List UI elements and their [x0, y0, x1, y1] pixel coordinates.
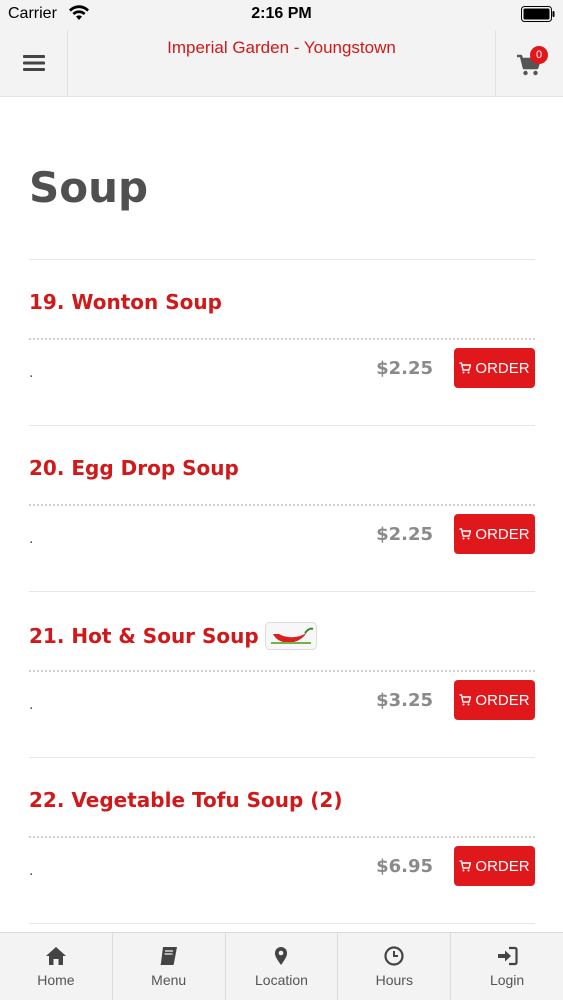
order-button[interactable]: ORDER [454, 348, 535, 388]
item-name[interactable]: 21. Hot & Sour Soup [29, 622, 317, 650]
category-title: Soup [29, 163, 149, 212]
tab-label: Home [37, 972, 75, 988]
item-price: $2.25 [376, 524, 433, 545]
hamburger-icon [22, 55, 45, 71]
order-button[interactable]: ORDER [454, 846, 535, 886]
tab-login[interactable]: Login [451, 933, 563, 1000]
map-pin-icon [275, 947, 288, 965]
chili-pepper-icon [264, 622, 317, 650]
dotted-separator [29, 504, 535, 506]
clock-icon [384, 946, 404, 966]
menu-item: 21. Hot & Sour Soup . $3.25 ORDER [29, 592, 535, 758]
cart-button[interactable]: 0 [495, 30, 563, 96]
tab-label: Location [255, 972, 308, 988]
item-description: . [29, 530, 34, 547]
tab-label: Login [489, 972, 525, 988]
order-label: ORDER [475, 525, 530, 543]
login-icon [498, 946, 518, 966]
item-price: $6.95 [376, 856, 433, 877]
restaurant-title: Imperial Garden - Youngstown [167, 38, 396, 57]
item-price: $3.25 [376, 690, 433, 711]
item-name[interactable]: 19. Wonton Soup [29, 290, 222, 314]
app-header: Imperial Garden - Youngstown 0 [0, 30, 563, 97]
item-description: . [29, 364, 34, 381]
item-description: . [29, 862, 34, 879]
order-label: ORDER [475, 691, 530, 709]
order-button[interactable]: ORDER [454, 680, 535, 720]
menu-item: 20. Egg Drop Soup . $2.25 ORDER [29, 426, 535, 592]
tab-home[interactable]: Home [0, 933, 113, 1000]
tab-menu[interactable]: Menu [113, 933, 226, 1000]
cart-icon [459, 694, 472, 706]
cart-icon [459, 528, 472, 540]
item-name[interactable]: 20. Egg Drop Soup [29, 456, 239, 480]
cart-icon [459, 860, 472, 872]
order-label: ORDER [475, 359, 530, 377]
cart-count-badge: 0 [530, 46, 548, 64]
book-icon [160, 947, 177, 965]
tab-location[interactable]: Location [226, 933, 339, 1000]
tab-hours[interactable]: Hours [338, 933, 452, 1000]
battery-icon [521, 6, 555, 22]
hamburger-menu-button[interactable] [0, 30, 68, 96]
clock-time: 2:16 PM [251, 5, 312, 22]
item-description: . [29, 696, 34, 713]
order-button[interactable]: ORDER [454, 514, 535, 554]
menu-item: 19. Wonton Soup . $2.25 ORDER [29, 260, 535, 426]
order-label: ORDER [475, 857, 530, 875]
status-bar: Carrier 2:16 PM [0, 0, 563, 30]
item-name[interactable]: 22. Vegetable Tofu Soup (2) [29, 788, 342, 812]
dotted-separator [29, 338, 535, 340]
item-price: $2.25 [376, 358, 433, 379]
bottom-tab-bar: Home Menu Location Hours Login [0, 932, 563, 1000]
tab-label: Menu [151, 972, 187, 988]
dotted-separator [29, 670, 535, 672]
menu-content: Soup 19. Wonton Soup . $2.25 ORDER 20. E… [0, 97, 563, 932]
home-icon [45, 947, 66, 965]
tab-label: Hours [375, 972, 413, 988]
dotted-separator [29, 836, 535, 838]
menu-item: 22. Vegetable Tofu Soup (2) . $6.95 ORDE… [29, 758, 535, 924]
cart-icon [459, 362, 472, 374]
